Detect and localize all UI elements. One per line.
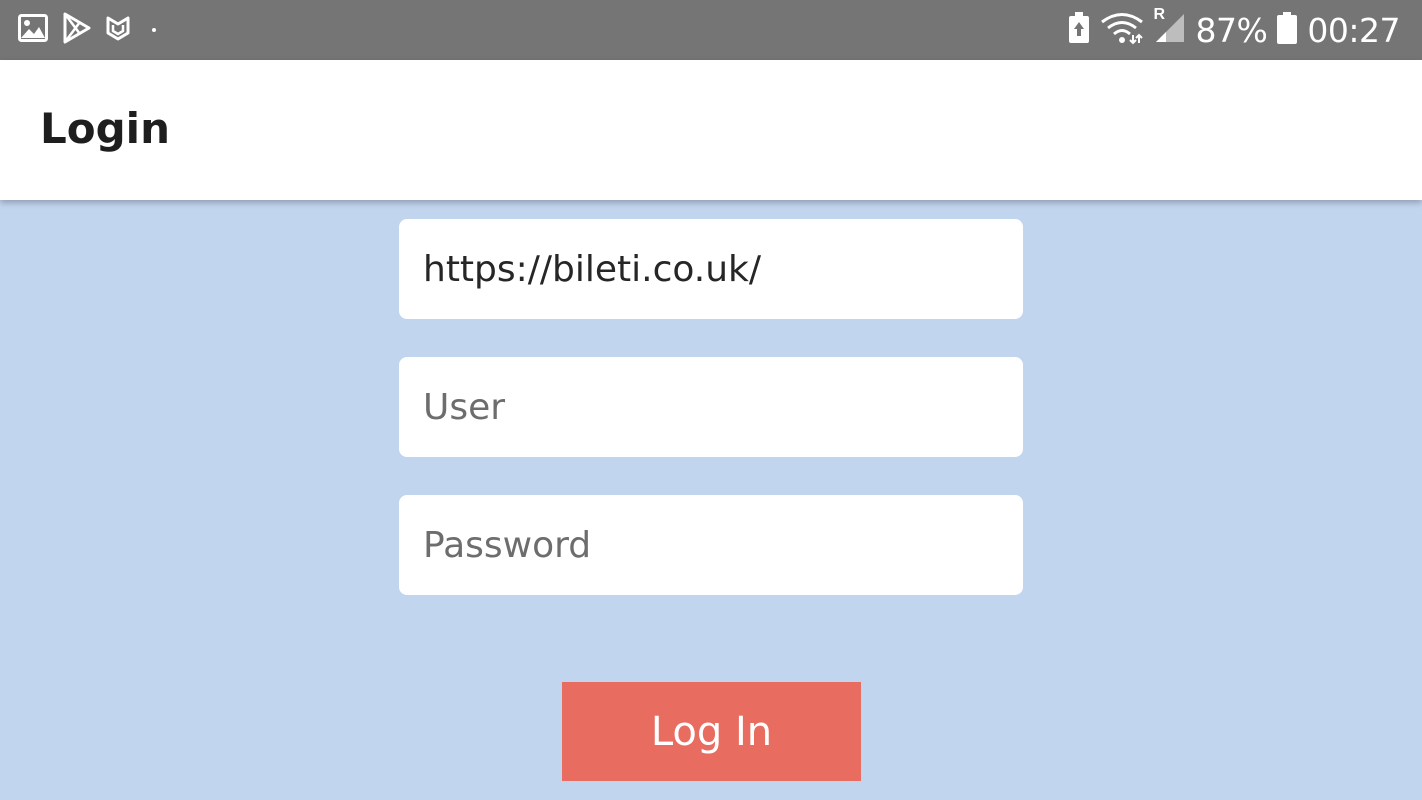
wifi-icon [1100, 11, 1144, 50]
notification-dot [152, 28, 156, 32]
login-form: Log In [0, 200, 1422, 800]
battery-saver-icon [1068, 11, 1090, 49]
password-field[interactable] [399, 495, 1023, 595]
battery-percent: 87% [1195, 10, 1268, 50]
user-input[interactable] [423, 386, 999, 428]
signal-icon: R [1154, 6, 1186, 49]
login-button[interactable]: Log In [562, 682, 861, 781]
page-title: Login [40, 104, 170, 153]
app-bar: Login [0, 60, 1422, 200]
image-icon [18, 13, 48, 47]
url-input[interactable] [423, 248, 999, 290]
url-field[interactable] [399, 219, 1023, 319]
user-field[interactable] [399, 357, 1023, 457]
clock: 00:27 [1307, 10, 1400, 50]
play-store-icon [62, 12, 92, 49]
status-bar-notifications [18, 12, 170, 48]
password-input[interactable] [423, 524, 999, 566]
mcafee-icon [106, 15, 130, 46]
status-bar: R 87% 00:27 [0, 0, 1422, 60]
status-bar-system: R 87% 00:27 [1058, 6, 1400, 50]
roaming-label: R [1153, 5, 1166, 23]
battery-icon [1277, 11, 1298, 49]
